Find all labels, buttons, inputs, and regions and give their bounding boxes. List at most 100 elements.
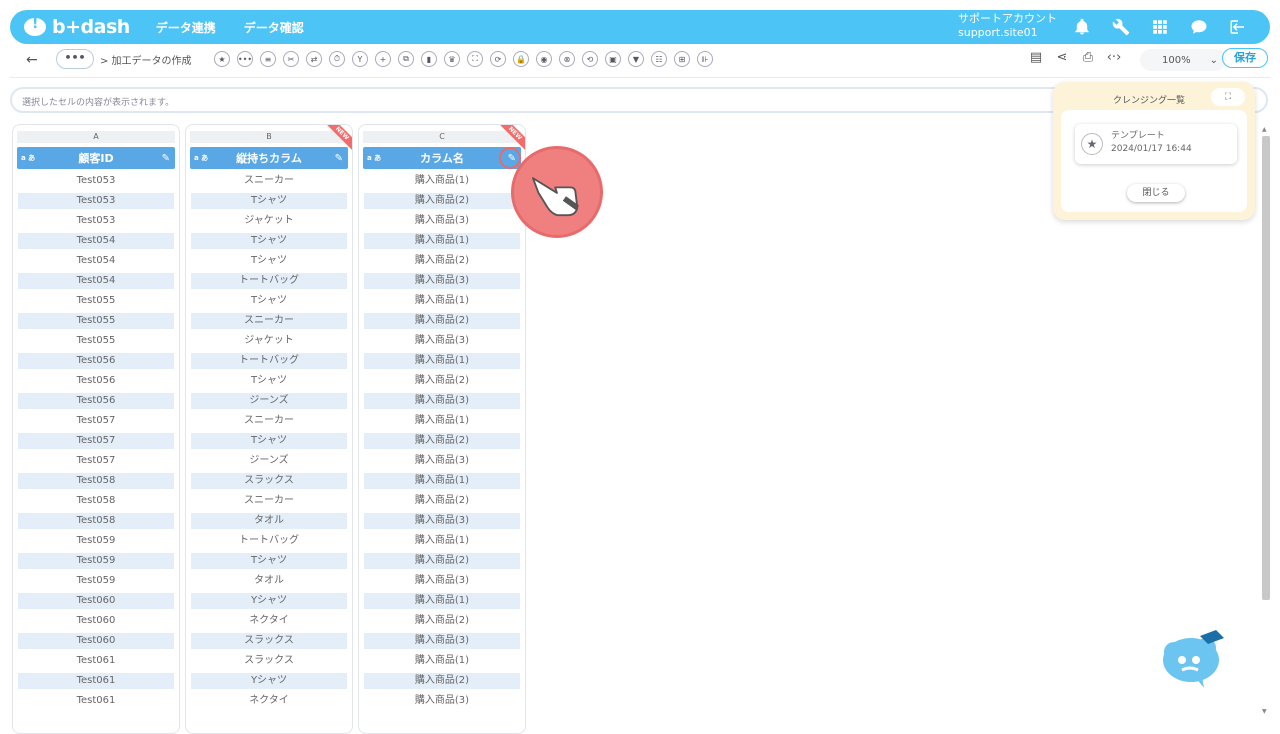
tool-delete-icon[interactable]: ▮ — [421, 51, 437, 67]
column-header[interactable]: a あ 顧客ID ✎ — [17, 147, 175, 169]
table-cell[interactable]: Test060 — [18, 633, 174, 649]
table-cell[interactable]: Test059 — [17, 531, 175, 551]
save-button[interactable]: 保存 — [1222, 48, 1268, 68]
table-cell[interactable]: スラックス — [190, 651, 348, 671]
table-cell[interactable]: スニーカー — [191, 313, 347, 329]
tool-crown-icon[interactable]: ♛ — [444, 51, 460, 67]
tool-cancel-icon[interactable]: ⊗ — [559, 51, 575, 67]
table-cell[interactable]: Test053 — [18, 193, 174, 209]
table-cell[interactable]: スニーカー — [190, 411, 348, 431]
table-cell[interactable]: ネクタイ — [190, 611, 348, 631]
back-arrow-icon[interactable]: ← — [26, 52, 38, 68]
tool-more-icon[interactable]: ••• — [237, 51, 253, 67]
table-cell[interactable]: スラックス — [191, 473, 347, 489]
table-cell[interactable]: Tシャツ — [190, 251, 348, 271]
table-cell[interactable]: 購入商品(1) — [364, 233, 520, 249]
nav-data-check[interactable]: データ確認 — [244, 19, 304, 36]
table-cell[interactable]: Test057 — [17, 411, 175, 431]
scrollbar-thumb[interactable] — [1262, 136, 1270, 600]
table-cell[interactable]: 購入商品(3) — [364, 513, 520, 529]
table-cell[interactable]: Tシャツ — [190, 371, 348, 391]
table-cell[interactable]: Test056 — [18, 353, 174, 369]
table-cell[interactable]: Test060 — [18, 593, 174, 609]
scroll-up-icon[interactable]: ▲ — [1262, 126, 1267, 133]
table-cell[interactable]: Tシャツ — [191, 433, 347, 449]
table-cell[interactable]: Yシャツ — [191, 593, 347, 609]
table-cell[interactable]: 購入商品(3) — [363, 211, 521, 231]
scrollbar[interactable]: ▲ ▼ — [1260, 126, 1270, 720]
table-cell[interactable]: Test061 — [17, 651, 175, 671]
table-cell[interactable]: Tシャツ — [190, 291, 348, 311]
tool-transpose-icon[interactable]: ⇄ — [306, 51, 322, 67]
table-cell[interactable]: スニーカー — [190, 171, 348, 191]
table-cell[interactable]: Test060 — [17, 611, 175, 631]
table-cell[interactable]: ネクタイ — [190, 691, 348, 711]
tool-expand-icon[interactable]: ⛶ — [467, 51, 483, 67]
tool-list-icon[interactable]: ≡ — [260, 51, 276, 67]
table-cell[interactable]: Test058 — [18, 473, 174, 489]
table-cell[interactable]: Test056 — [17, 371, 175, 391]
table-cell[interactable]: 購入商品(2) — [364, 433, 520, 449]
tool-copy-icon[interactable]: ⧉ — [398, 51, 414, 67]
table-cell[interactable]: ジャケット — [190, 331, 348, 351]
table-cell[interactable]: ジャケット — [190, 211, 348, 231]
wrench-icon[interactable] — [1111, 16, 1131, 38]
table-cell[interactable]: 購入商品(1) — [363, 651, 521, 671]
table-cell[interactable]: 購入商品(3) — [363, 691, 521, 711]
table-cell[interactable]: Test059 — [18, 553, 174, 569]
tool-branch-icon[interactable]: Y — [352, 51, 368, 67]
table-cell[interactable]: Yシャツ — [191, 673, 347, 689]
table-cell[interactable]: 購入商品(1) — [364, 593, 520, 609]
expand-icon[interactable]: ⛶ — [1211, 88, 1245, 106]
tool-lock-icon[interactable]: 🔒 — [513, 51, 529, 67]
table-cell[interactable]: ジーンズ — [190, 451, 348, 471]
table-cell[interactable]: Test057 — [18, 433, 174, 449]
edit-pencil-icon[interactable]: ✎ — [162, 153, 170, 164]
table-cell[interactable]: Test061 — [17, 691, 175, 711]
table-cell[interactable]: Tシャツ — [191, 233, 347, 249]
table-cell[interactable]: Tシャツ — [191, 553, 347, 569]
table-cell[interactable]: 購入商品(3) — [364, 633, 520, 649]
table-cell[interactable]: Test058 — [18, 513, 174, 529]
tool-grid-icon[interactable]: ⊞ — [674, 51, 690, 67]
more-button[interactable]: ••• — [56, 49, 94, 69]
table-cell[interactable]: 購入商品(3) — [363, 451, 521, 471]
tool-add-icon[interactable]: + — [375, 51, 391, 67]
table-cell[interactable]: スニーカー — [190, 491, 348, 511]
tool-columns-icon[interactable]: ⊪ — [697, 51, 713, 67]
table-cell[interactable]: タオル — [190, 571, 348, 591]
table-cell[interactable]: 購入商品(1) — [364, 473, 520, 489]
tool-frame-icon[interactable]: ▣ — [605, 51, 621, 67]
table-cell[interactable]: 購入商品(1) — [363, 411, 521, 431]
table-cell[interactable]: Test059 — [17, 571, 175, 591]
table-cell[interactable]: 購入商品(3) — [364, 273, 520, 289]
zoom-select[interactable]: 100% ⌄ — [1140, 49, 1226, 71]
table-cell[interactable]: 購入商品(2) — [364, 193, 520, 209]
table-cell[interactable]: トートバッグ — [190, 531, 348, 551]
table-cell[interactable]: Test055 — [17, 331, 175, 351]
table-cell[interactable]: トートバッグ — [191, 353, 347, 369]
bdash-logo[interactable]: b+dash — [24, 16, 130, 38]
table-cell[interactable]: Test055 — [17, 291, 175, 311]
table-cell[interactable]: 購入商品(1) — [363, 291, 521, 311]
edit-pencil-icon[interactable]: ✎ — [335, 153, 343, 164]
mascot-icon[interactable] — [1160, 626, 1226, 690]
table-cell[interactable]: Test055 — [18, 313, 174, 329]
scroll-down-icon[interactable]: ▼ — [1262, 708, 1267, 715]
table-cell[interactable]: Test056 — [18, 393, 174, 409]
table-cell[interactable]: 購入商品(2) — [363, 371, 521, 391]
account-info[interactable]: サポートアカウント support.site01 — [958, 12, 1057, 40]
table-cell[interactable]: タオル — [191, 513, 347, 529]
table-cell[interactable]: 購入商品(3) — [363, 331, 521, 351]
table-cell[interactable]: Test053 — [17, 171, 175, 191]
export-icon[interactable]: ⎙ — [1080, 50, 1096, 68]
column-letter[interactable]: A — [17, 131, 175, 143]
chat-icon[interactable] — [1189, 16, 1209, 38]
table-cell[interactable]: Test061 — [18, 673, 174, 689]
close-button[interactable]: 閉じる — [1127, 184, 1185, 202]
bell-icon[interactable] — [1072, 16, 1092, 38]
tool-filter-icon[interactable]: ▼ — [628, 51, 644, 67]
table-cell[interactable]: 購入商品(2) — [363, 491, 521, 511]
logout-icon[interactable] — [1228, 16, 1248, 38]
table-cell[interactable]: スラックス — [191, 633, 347, 649]
